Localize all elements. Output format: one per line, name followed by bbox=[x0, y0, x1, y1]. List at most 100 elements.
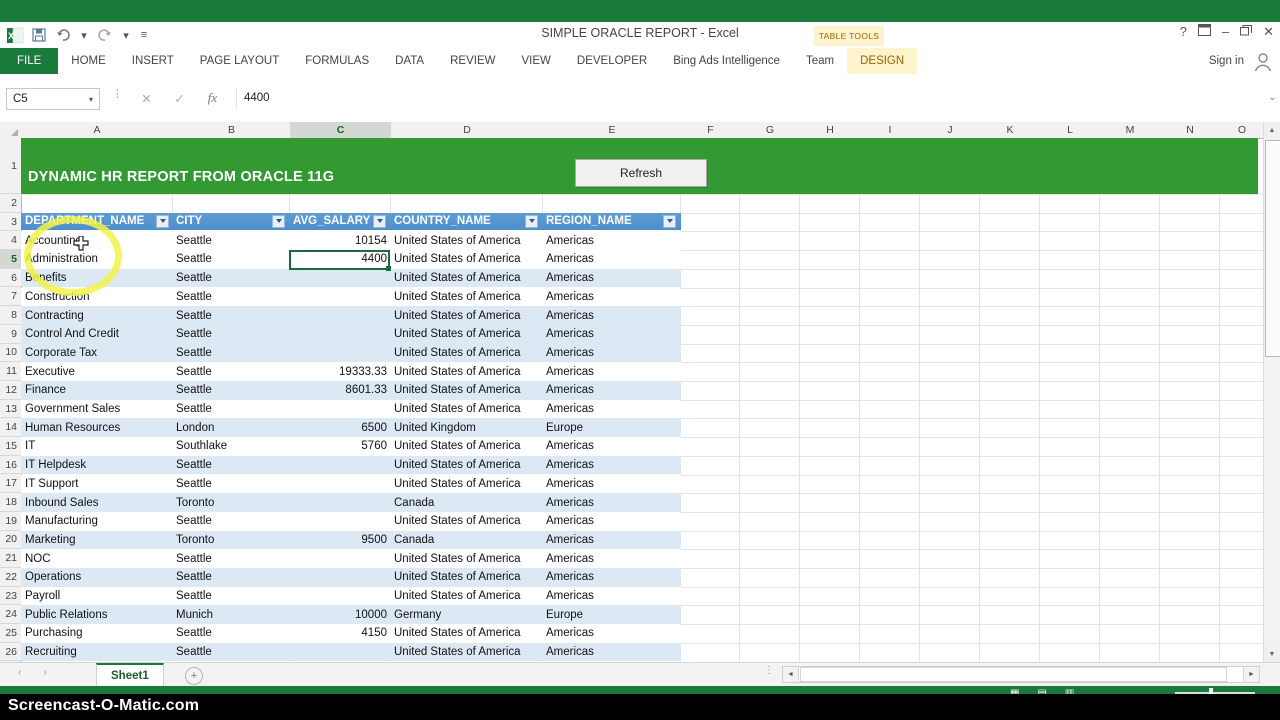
table-row[interactable]: Control And Credit Seattle United States… bbox=[21, 324, 681, 344]
cell-country-name[interactable]: United States of America bbox=[390, 587, 542, 606]
column-header-a[interactable]: A bbox=[21, 122, 174, 138]
row-header-26[interactable]: 26 bbox=[0, 642, 21, 662]
cell-city[interactable]: Seattle bbox=[172, 475, 289, 494]
tab-formulas[interactable]: FORMULAS bbox=[292, 48, 382, 74]
account-avatar-icon[interactable] bbox=[1252, 51, 1274, 72]
row-header-23[interactable]: 23 bbox=[0, 586, 21, 606]
cell-department-name[interactable]: Human Resources bbox=[21, 418, 172, 437]
cell-city[interactable]: Seattle bbox=[172, 456, 289, 475]
cell-department-name[interactable]: Operations bbox=[21, 568, 172, 587]
tab-page-layout[interactable]: PAGE LAYOUT bbox=[187, 48, 292, 74]
row-header-13[interactable]: 13 bbox=[0, 399, 21, 419]
restore-icon[interactable] bbox=[1240, 24, 1253, 38]
cell-city[interactable]: Seattle bbox=[172, 288, 289, 307]
filter-dropdown-icon-department-name[interactable] bbox=[156, 214, 169, 228]
tab-developer[interactable]: DEVELOPER bbox=[564, 48, 660, 74]
column-header-n[interactable]: N bbox=[1160, 122, 1221, 138]
cell-city[interactable]: London bbox=[172, 418, 289, 437]
cell-avg-salary[interactable] bbox=[289, 643, 390, 662]
row-header-19[interactable]: 19 bbox=[0, 511, 21, 531]
scroll-left-icon[interactable]: ◄ bbox=[783, 667, 799, 682]
cell-country-name[interactable]: United States of America bbox=[390, 288, 542, 307]
cell-region-name[interactable]: Americas bbox=[542, 624, 680, 643]
table-row[interactable]: Accounting Seattle 10154 United States o… bbox=[21, 231, 681, 251]
row-header-22[interactable]: 22 bbox=[0, 568, 21, 587]
cell-region-name[interactable]: Americas bbox=[542, 269, 680, 288]
cell-city[interactable]: Seattle bbox=[172, 325, 289, 344]
cell-avg-salary[interactable] bbox=[289, 587, 390, 606]
scroll-right-icon[interactable]: ► bbox=[1243, 667, 1259, 682]
tab-view[interactable]: VIEW bbox=[508, 48, 563, 74]
name-box-dropdown-icon[interactable]: ▾ bbox=[83, 95, 99, 104]
cell-country-name[interactable]: United States of America bbox=[390, 362, 542, 381]
cell-department-name[interactable]: Government Sales bbox=[21, 400, 172, 419]
cell-department-name[interactable]: Corporate Tax bbox=[21, 344, 172, 363]
cell-country-name[interactable]: United States of America bbox=[390, 456, 542, 475]
cell-city[interactable]: Seattle bbox=[172, 400, 289, 419]
cell-country-name[interactable]: United States of America bbox=[390, 549, 542, 568]
table-row[interactable]: Operations Seattle United States of Amer… bbox=[21, 568, 681, 587]
cell-region-name[interactable]: Europe bbox=[542, 605, 680, 624]
formula-bar-grip[interactable]: ⋮ bbox=[112, 89, 123, 100]
scroll-up-icon[interactable]: ▲ bbox=[1264, 122, 1280, 138]
cell-city[interactable]: Toronto bbox=[172, 531, 289, 550]
cancel-edit-icon[interactable]: ✕ bbox=[130, 91, 163, 106]
table-row[interactable]: Payroll Seattle United States of America… bbox=[21, 586, 681, 606]
tab-team[interactable]: Team bbox=[793, 48, 847, 74]
cell-city[interactable]: Seattle bbox=[172, 344, 289, 363]
table-row[interactable]: Finance Seattle 8601.33 United States of… bbox=[21, 381, 681, 400]
table-row[interactable]: Benefits Seattle United States of Americ… bbox=[21, 268, 681, 288]
filter-dropdown-icon-city[interactable] bbox=[272, 214, 285, 228]
row-header-2[interactable]: 2 bbox=[0, 194, 21, 213]
cell-avg-salary[interactable] bbox=[289, 306, 390, 325]
cell-country-name[interactable]: United Kingdom bbox=[390, 418, 542, 437]
cell-country-name[interactable]: United States of America bbox=[390, 250, 542, 269]
cell-city[interactable]: Seattle bbox=[172, 549, 289, 568]
cell-country-name[interactable]: United States of America bbox=[390, 643, 542, 662]
cell-region-name[interactable]: Americas bbox=[542, 587, 680, 606]
table-row[interactable]: Public Relations Munich 10000 Germany Eu… bbox=[21, 605, 681, 625]
table-row[interactable]: IT Helpdesk Seattle United States of Ame… bbox=[21, 455, 681, 475]
cell-region-name[interactable]: Americas bbox=[542, 568, 680, 587]
cell-country-name[interactable]: Germany bbox=[390, 605, 542, 624]
help-icon[interactable]: ? bbox=[1180, 25, 1187, 38]
table-header-region-name[interactable]: REGION_NAME bbox=[542, 213, 680, 230]
cell-country-name[interactable]: United States of America bbox=[390, 325, 542, 344]
cell-region-name[interactable]: Americas bbox=[542, 344, 680, 363]
cell-country-name[interactable]: United States of America bbox=[390, 269, 542, 288]
cell-department-name[interactable]: Recruiting bbox=[21, 643, 172, 662]
row-header-12[interactable]: 12 bbox=[0, 381, 21, 400]
row-header-9[interactable]: 9 bbox=[0, 324, 21, 344]
cell-department-name[interactable]: Manufacturing bbox=[21, 512, 172, 531]
cell-avg-salary[interactable] bbox=[289, 512, 390, 531]
sheet-tab-sheet1[interactable]: Sheet1 bbox=[96, 663, 164, 686]
row-header-17[interactable]: 17 bbox=[0, 474, 21, 494]
confirm-edit-icon[interactable]: ✓ bbox=[163, 91, 196, 106]
select-all-button[interactable] bbox=[0, 122, 22, 138]
cell-department-name[interactable]: Benefits bbox=[21, 269, 172, 288]
column-header-h[interactable]: H bbox=[800, 122, 861, 138]
column-header-g[interactable]: G bbox=[740, 122, 801, 138]
horizontal-scroll-thumb[interactable] bbox=[800, 667, 1227, 682]
cell-city[interactable]: Seattle bbox=[172, 624, 289, 643]
cell-country-name[interactable]: United States of America bbox=[390, 512, 542, 531]
cell-country-name[interactable]: United States of America bbox=[390, 231, 542, 250]
cell-avg-salary[interactable] bbox=[289, 400, 390, 419]
formula-input[interactable]: 4400 bbox=[236, 88, 1258, 108]
cell-avg-salary[interactable] bbox=[289, 549, 390, 568]
refresh-button[interactable]: Refresh bbox=[575, 159, 707, 187]
cell-avg-salary[interactable]: 19333.33 bbox=[289, 362, 390, 381]
cell-city[interactable]: Seattle bbox=[172, 250, 289, 269]
next-sheet-icon[interactable]: › bbox=[43, 667, 46, 678]
cell-region-name[interactable]: Americas bbox=[542, 643, 680, 662]
ribbon-display-options-icon[interactable] bbox=[1197, 24, 1211, 38]
cell-country-name[interactable]: United States of America bbox=[390, 568, 542, 587]
row-header-5[interactable]: 5 bbox=[0, 250, 21, 269]
cell-region-name[interactable]: Americas bbox=[542, 400, 680, 419]
row-header-7[interactable]: 7 bbox=[0, 287, 21, 307]
table-row[interactable]: NOC Seattle United States of America Ame… bbox=[21, 549, 681, 568]
table-row[interactable]: Marketing Toronto 9500 Canada Americas bbox=[21, 530, 681, 550]
cell-country-name[interactable]: Canada bbox=[390, 493, 542, 512]
minimize-icon[interactable]: – bbox=[1222, 25, 1229, 38]
cell-department-name[interactable]: Marketing bbox=[21, 531, 172, 550]
